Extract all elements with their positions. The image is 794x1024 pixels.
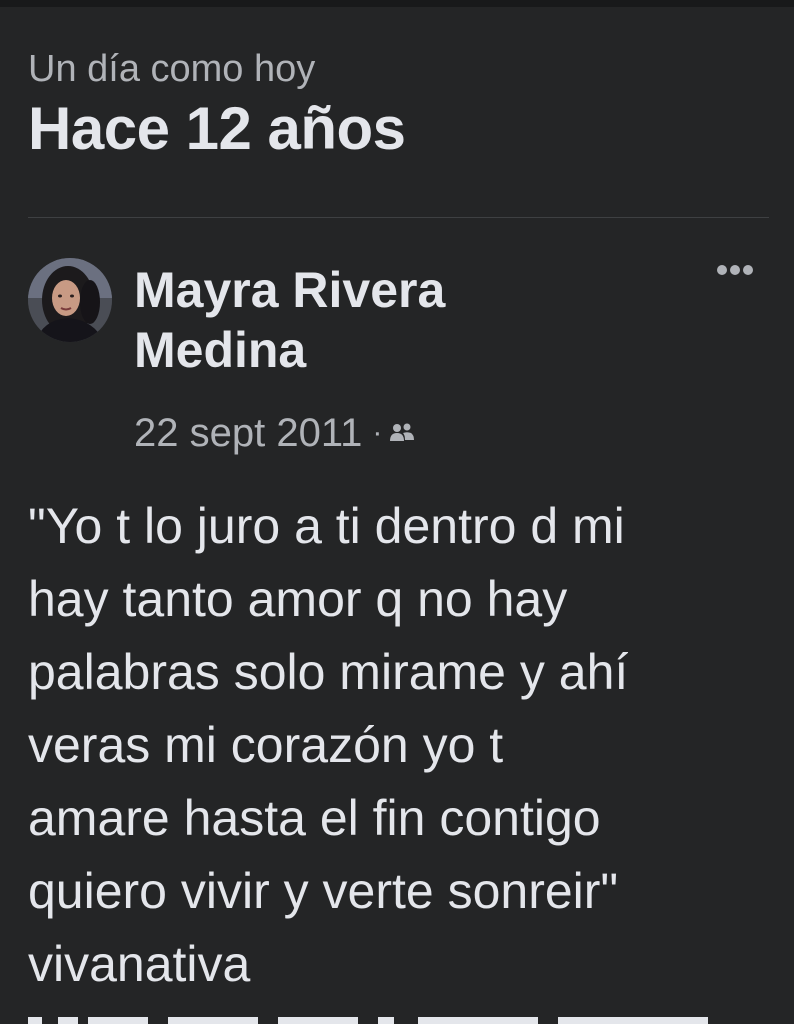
memory-header: Un día como hoy Hace 12 años	[28, 44, 768, 164]
post-text: "Yo t lo juro a ti dentro d mi hay tanto…	[28, 498, 629, 992]
truncated-text-line	[28, 1014, 728, 1024]
post-meta: 22 sept 2011 ·	[134, 408, 416, 458]
post-date[interactable]: 22 sept 2011	[134, 411, 362, 456]
memory-heading: Hace 12 años	[28, 95, 406, 162]
memory-post: Mayra Rivera Medina 22 sept 2011 · "Yo t…	[0, 218, 794, 1024]
friends-icon[interactable]	[388, 419, 416, 447]
memory-subheading: Un día como hoy	[28, 48, 316, 90]
meta-separator: ·	[372, 416, 383, 449]
more-options-button[interactable]	[712, 256, 758, 284]
avatar[interactable]	[28, 258, 112, 342]
avatar-image	[28, 258, 112, 342]
top-bar-edge	[0, 0, 794, 7]
more-options-icon	[717, 265, 753, 275]
post-author-name[interactable]: Mayra Rivera Medina	[134, 260, 634, 380]
